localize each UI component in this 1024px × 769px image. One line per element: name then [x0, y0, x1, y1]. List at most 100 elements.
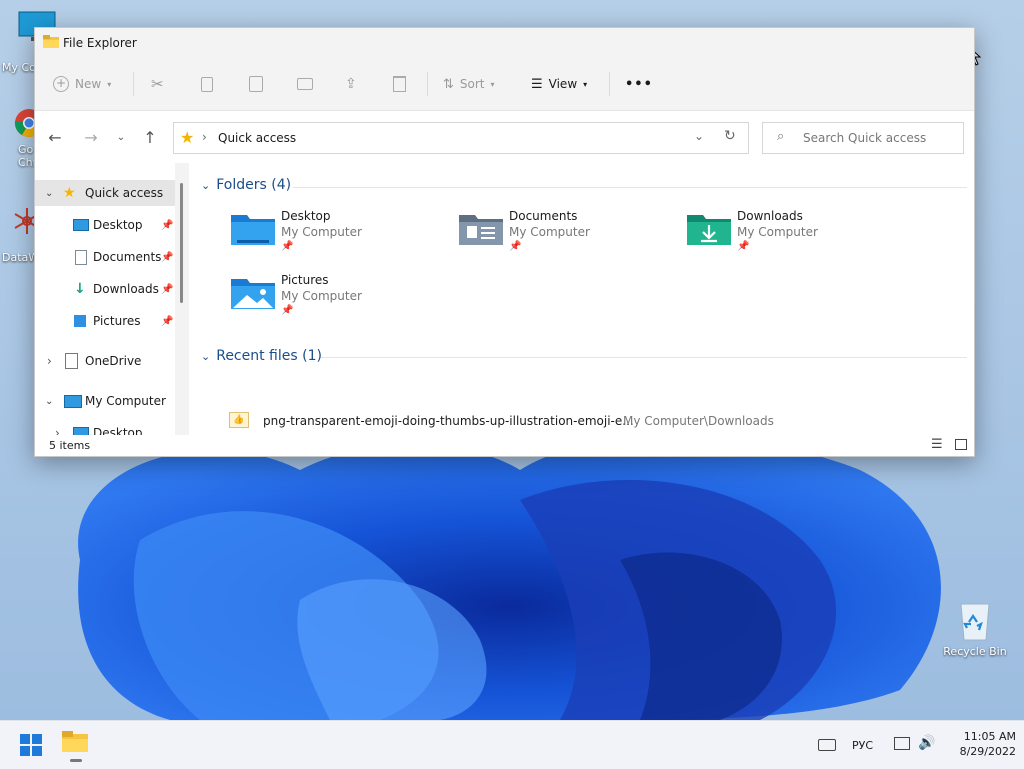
page-icon [65, 353, 78, 369]
back-button[interactable]: ← [43, 125, 67, 149]
folder-name: Downloads [737, 209, 803, 223]
clock-date: 8/29/2022 [959, 745, 1016, 758]
folder-documents[interactable]: Documents My Computer 📌 [459, 209, 679, 269]
recent-file-row[interactable]: 👍 png-transparent-emoji-doing-thumbs-up-… [227, 409, 967, 433]
chevron-down-icon: ⌄ [201, 349, 211, 363]
sidebar-item-pictures[interactable]: Pictures 📌 [35, 308, 175, 334]
chevron-down-icon: ▾ [490, 79, 495, 89]
copy-button[interactable] [201, 70, 213, 98]
recent-locations-button[interactable]: ⌄ [109, 125, 133, 149]
folder-location: My Computer [509, 225, 590, 239]
new-button[interactable]: + New ▾ [53, 70, 111, 98]
sidebar-item-label: My Computer [85, 394, 166, 408]
volume-icon[interactable]: 🔊 [918, 735, 935, 751]
address-row: ← → ⌄ ↑ ★ › Quick access ⌄ ↻ ⌕ Search Qu… [35, 111, 974, 163]
recycle-bin-label: Recycle Bin [943, 645, 1007, 658]
chevron-down-icon: ⌄ [45, 187, 54, 199]
recycle-bin-desktop-icon[interactable]: Recycle Bin [940, 598, 1010, 658]
file-explorer-window: File Explorer + New ▾ ✂ ⇪ ⇅ Sort ▾ ☰ Vie… [34, 27, 975, 457]
sidebar-item-desktop[interactable]: Desktop 📌 [35, 212, 175, 238]
new-label: New [75, 77, 102, 91]
rename-button[interactable] [297, 70, 313, 98]
download-arrow-icon: ↓ [74, 281, 86, 297]
clock-time: 11:05 AM [963, 730, 1016, 743]
delete-button[interactable] [393, 70, 406, 98]
large-icons-view-icon[interactable] [955, 439, 967, 450]
folder-name: Documents [509, 209, 578, 223]
start-button[interactable] [20, 734, 42, 756]
downloads-folder-icon [687, 215, 731, 245]
folders-section-header[interactable]: ⌄ Folders (4) [201, 177, 291, 193]
clock[interactable]: 11:05 AM 8/29/2022 [944, 729, 1016, 759]
navigation-pane: ⌄ ★ Quick access Desktop 📌 Documents 📌 ↓… [35, 163, 190, 435]
sidebar-item-my-computer[interactable]: ⌄ My Computer [35, 388, 175, 414]
pin-icon: 📌 [161, 283, 174, 295]
see-more-button[interactable]: ••• [625, 70, 653, 98]
rename-icon [297, 78, 313, 90]
sidebar-item-quick-access[interactable]: ⌄ ★ Quick access [35, 180, 175, 206]
folder-desktop[interactable]: Desktop My Computer 📌 [231, 209, 451, 269]
desktop-icon [73, 219, 89, 231]
window-title: File Explorer [63, 36, 137, 50]
search-icon: ⌕ [777, 129, 785, 144]
recent-files-section-header[interactable]: ⌄ Recent files (1) [201, 348, 322, 364]
folders-section-title: Folders (4) [216, 177, 292, 193]
chevron-down-icon[interactable]: ⌄ [694, 129, 704, 143]
view-label: View [548, 77, 578, 91]
clipboard-icon [249, 76, 263, 92]
view-button[interactable]: ☰ View ▾ [531, 70, 587, 98]
network-icon[interactable] [894, 737, 910, 750]
sidebar-item-downloads[interactable]: ↓ Downloads 📌 [35, 276, 175, 302]
star-icon: ★ [63, 185, 76, 201]
content-pane: ⌄ Folders (4) Desktop My Computer 📌 Docu… [197, 163, 973, 435]
pin-icon: 📌 [161, 251, 174, 263]
keyboard-icon[interactable] [818, 739, 836, 751]
address-bar[interactable]: ★ › Quick access ⌄ ↻ [173, 122, 749, 154]
chevron-right-icon: › [202, 130, 207, 144]
paste-button[interactable] [249, 70, 263, 98]
folder-location: My Computer [737, 225, 818, 239]
sidebar-item-onedrive[interactable]: › OneDrive [35, 348, 175, 374]
cut-button[interactable]: ✂ [151, 70, 164, 98]
sort-button[interactable]: ⇅ Sort ▾ [443, 70, 495, 98]
folder-downloads[interactable]: Downloads My Computer 📌 [687, 209, 907, 269]
search-placeholder: Search Quick access [803, 131, 927, 145]
star-icon: ★ [180, 128, 195, 147]
toolbar-separator [609, 72, 610, 96]
taskbar-file-explorer-button[interactable] [62, 731, 92, 765]
forward-button[interactable]: → [79, 125, 103, 149]
folder-pictures[interactable]: Pictures My Computer 📌 [231, 273, 451, 333]
sidebar-item-label: Desktop [93, 426, 143, 435]
sidebar-item-label: OneDrive [85, 354, 142, 368]
recycle-bin-icon [960, 603, 990, 641]
sidebar-scrollbar[interactable] [175, 163, 189, 435]
toolbar-separator [427, 72, 428, 96]
chevron-down-icon: ⌄ [201, 178, 211, 192]
sort-icon: ⇅ [443, 76, 454, 92]
sidebar-item-my-computer-desktop[interactable]: › Desktop [35, 420, 175, 435]
address-text: Quick access [218, 131, 297, 145]
language-indicator[interactable]: РУС [852, 739, 873, 752]
recent-file-name: png-transparent-emoji-doing-thumbs-up-il… [263, 414, 634, 428]
pin-icon: 📌 [161, 219, 174, 231]
sidebar-item-documents[interactable]: Documents 📌 [35, 244, 175, 270]
section-divider [321, 357, 967, 358]
sidebar-item-label: Documents [93, 250, 162, 264]
up-button[interactable]: ↑ [138, 125, 162, 149]
share-button[interactable]: ⇪ [345, 70, 357, 98]
toolbar-separator [133, 72, 134, 96]
picture-icon [74, 315, 86, 327]
scrollbar-thumb[interactable] [180, 183, 183, 303]
folder-location: My Computer [281, 289, 362, 303]
chevron-down-icon: ⌄ [116, 131, 126, 143]
title-bar[interactable]: File Explorer [35, 28, 974, 58]
search-input[interactable]: ⌕ Search Quick access [762, 122, 964, 154]
plus-circle-icon: + [53, 76, 69, 92]
sidebar-item-label: Pictures [93, 314, 141, 328]
pin-icon: 📌 [281, 305, 294, 316]
details-view-icon[interactable]: ☰ [931, 437, 943, 452]
chevron-right-icon: › [47, 354, 52, 368]
sidebar-item-label: Downloads [93, 282, 159, 296]
refresh-icon[interactable]: ↻ [724, 128, 736, 144]
image-file-icon: 👍 [229, 412, 249, 428]
